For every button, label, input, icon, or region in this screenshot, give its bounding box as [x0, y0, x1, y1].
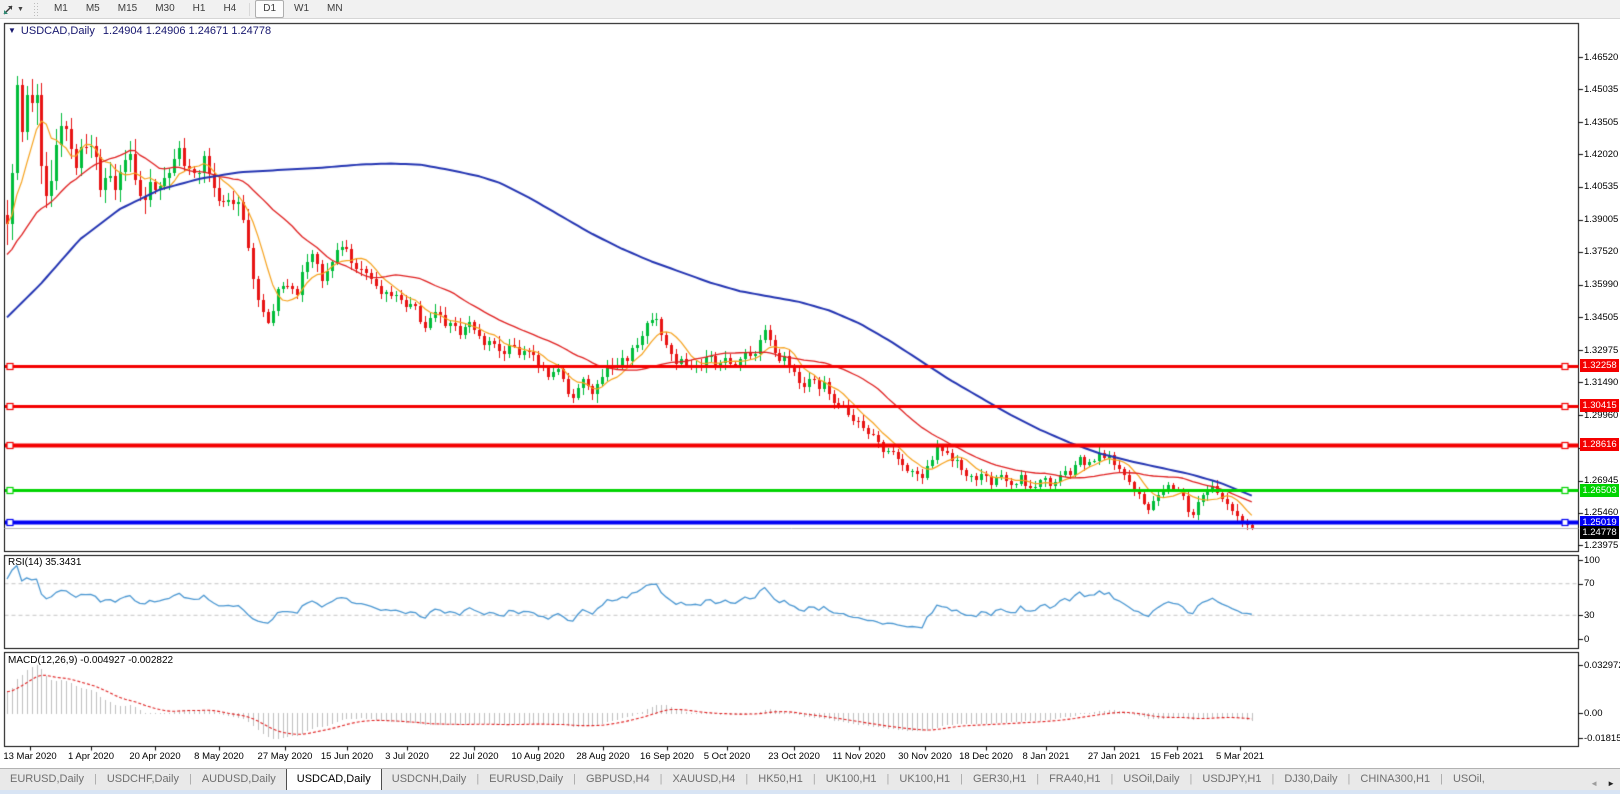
tab-fra40-h1[interactable]: FRA40,H1	[1039, 769, 1110, 790]
symbol-tab-bar: EURUSD,Daily|USDCHF,Daily|AUDUSD,DailyUS…	[0, 768, 1620, 790]
tab-audusd-daily[interactable]: AUDUSD,Daily	[192, 769, 286, 790]
tab-usoil-[interactable]: USOil,	[1443, 769, 1495, 790]
top-toolbar: ▼ M1M5M15M30H1H4 D1W1MN	[0, 0, 1620, 19]
tab-uk100-h1[interactable]: UK100,H1	[889, 769, 960, 790]
chart-tool-icon[interactable]	[1, 2, 16, 17]
tab-usdcad-daily[interactable]: USDCAD,Daily	[286, 768, 382, 790]
tab-gbpusd-h4[interactable]: GBPUSD,H4	[576, 769, 660, 790]
timeframe-button-mn[interactable]: MN	[319, 0, 351, 18]
tab-eurusd-daily[interactable]: EURUSD,Daily	[0, 769, 94, 790]
tab-usdchf-daily[interactable]: USDCHF,Daily	[97, 769, 189, 790]
timeframe-button-group: M1M5M15M30H1H4 D1W1MN	[45, 0, 352, 19]
tab-usdjpy-h1[interactable]: USDJPY,H1	[1192, 769, 1271, 790]
dropdown-caret-icon[interactable]: ▼	[17, 6, 24, 13]
tab-uk100-h1[interactable]: UK100,H1	[816, 769, 887, 790]
tab-scroll-controls: ◄ ►	[1590, 777, 1615, 791]
tab-hk50-h1[interactable]: HK50,H1	[748, 769, 813, 790]
tab-scroll-left-icon[interactable]: ◄	[1590, 777, 1598, 791]
timeframe-button-w1[interactable]: W1	[286, 0, 317, 18]
tab-usdcnh-daily[interactable]: USDCNH,Daily	[382, 769, 477, 790]
tab-usoil-daily[interactable]: USOil,Daily	[1113, 769, 1189, 790]
tab-dj30-daily[interactable]: DJ30,Daily	[1274, 769, 1347, 790]
symbol-tabs: EURUSD,Daily|USDCHF,Daily|AUDUSD,DailyUS…	[0, 768, 1495, 790]
toolbar-separator	[249, 3, 250, 16]
price-chart-canvas[interactable]	[0, 19, 1620, 770]
tab-ger30-h1[interactable]: GER30,H1	[963, 769, 1036, 790]
toolbar-grip[interactable]	[34, 3, 39, 16]
bottom-strip	[0, 790, 1620, 794]
timeframe-button-h4[interactable]: H4	[215, 0, 244, 18]
timeframe-button-h1[interactable]: H1	[185, 0, 214, 18]
timeframe-button-m15[interactable]: M15	[110, 0, 145, 18]
tab-scroll-right-icon[interactable]: ►	[1607, 777, 1615, 791]
tab-china300-h1[interactable]: CHINA300,H1	[1350, 769, 1440, 790]
timeframe-button-m5[interactable]: M5	[78, 0, 108, 18]
timeframe-button-m1[interactable]: M1	[46, 0, 76, 18]
timeframe-button-d1[interactable]: D1	[255, 0, 284, 18]
timeframe-button-m30[interactable]: M30	[147, 0, 182, 18]
tab-xauusd-h4[interactable]: XAUUSD,H4	[662, 769, 745, 790]
tab-eurusd-daily[interactable]: EURUSD,Daily	[479, 769, 573, 790]
